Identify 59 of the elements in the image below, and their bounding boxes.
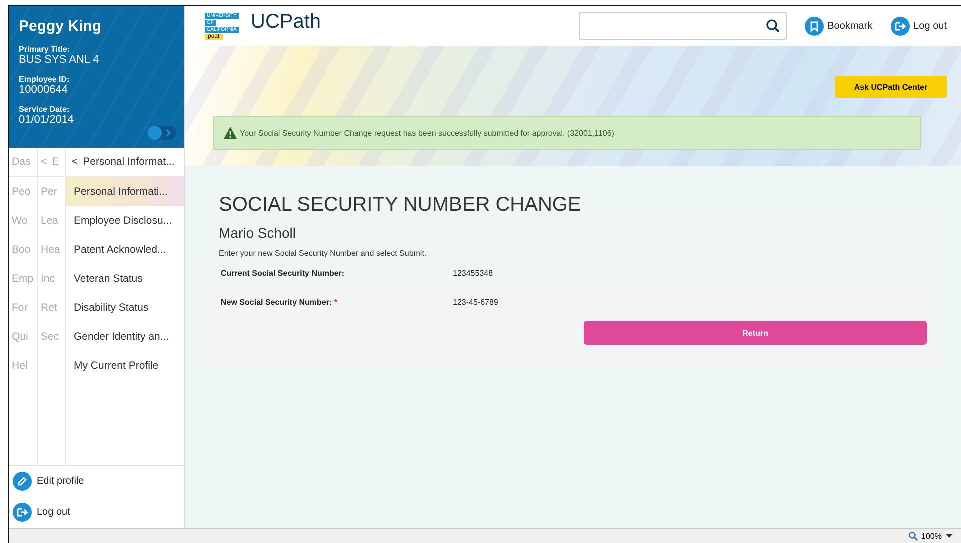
search-icon[interactable]: [766, 19, 780, 33]
required-mark: *: [334, 298, 338, 306]
back-chevron[interactable]: <: [72, 156, 78, 168]
menu-item[interactable]: My Current Profile: [66, 351, 184, 380]
field-value: 01/01/2014: [19, 114, 76, 126]
menu-item[interactable]: Boo: [12, 244, 31, 256]
footer-link[interactable]: Edit profile: [37, 476, 84, 487]
menu-item[interactable]: Per: [41, 186, 58, 198]
menu-item[interactable]: Wo: [12, 214, 28, 226]
header-link[interactable]: Bookmark: [828, 20, 873, 32]
menu-item[interactable]: Employee Disclosu...: [66, 206, 184, 235]
instruction-text: Enter your new Social Security Number and select Submit.: [219, 249, 428, 258]
warning-icon: [224, 127, 237, 139]
logout-icon: [13, 503, 32, 522]
menu-header[interactable]: Personal Informat...: [83, 156, 175, 168]
menu-item[interactable]: Das: [12, 156, 31, 168]
toggle-switch[interactable]: [148, 126, 176, 140]
zoom-icon[interactable]: [908, 532, 918, 540]
field-label: Employee ID:: [19, 75, 71, 84]
app-title: UCPath: [251, 10, 322, 34]
menu-item[interactable]: Peo: [12, 186, 31, 198]
field-value: 123-45-6789: [453, 298, 498, 306]
menu-item[interactable]: Lea: [41, 214, 59, 226]
menu-item[interactable]: For: [12, 302, 28, 314]
field-value: 123455348: [453, 268, 494, 278]
menu-item[interactable]: Personal Informati...: [66, 177, 184, 206]
ask-center-button[interactable]: Ask UCPath Center: [835, 76, 947, 98]
user-name: Peggy King: [19, 18, 103, 35]
bookmark-icon: [804, 16, 824, 36]
logout-icon: [890, 16, 910, 36]
return-button[interactable]: Return: [584, 321, 927, 345]
footer-link[interactable]: Log out: [37, 507, 70, 518]
menu-item[interactable]: Gender Identity an...: [66, 322, 184, 351]
field-label: New Social Security Number:: [221, 298, 332, 306]
field-label: Primary Title:: [19, 45, 71, 54]
menu-item[interactable]: Inc: [41, 272, 56, 284]
back-chevron[interactable]: <: [41, 156, 48, 168]
menu-item[interactable]: Hel: [12, 360, 28, 372]
zoom-level[interactable]: 100%: [922, 532, 942, 540]
menu-item[interactable]: Sec: [41, 330, 60, 342]
menu-item[interactable]: Qui: [12, 330, 28, 342]
field-value: 10000644: [19, 84, 69, 96]
search-field[interactable]: [578, 12, 787, 40]
menu-item[interactable]: Hea: [41, 244, 60, 256]
menu-item[interactable]: Veteran Status: [66, 264, 184, 293]
field-label: Service Date:: [19, 105, 71, 114]
header-link[interactable]: Log out: [914, 20, 947, 32]
message-text: Your Social Security Number Change request has been successfully submitted for approval. (32001,1106): [240, 128, 614, 138]
pencil-icon: [13, 472, 32, 491]
menu-item[interactable]: Ret: [41, 302, 58, 314]
field-value: BUS SYS ANL 4: [19, 54, 100, 66]
dropdown-caret-icon[interactable]: [946, 534, 953, 538]
field-label: Current Social Security Number:: [221, 268, 345, 278]
person-name: Mario Scholl: [219, 225, 298, 241]
page-title: SOCIAL SECURITY NUMBER CHANGE: [219, 194, 582, 217]
menu-item[interactable]: Disability Status: [66, 293, 184, 322]
menu-item[interactable]: Emp: [12, 272, 34, 284]
menu-header[interactable]: E: [52, 156, 60, 168]
menu-item[interactable]: Patent Acknowled...: [66, 235, 184, 264]
